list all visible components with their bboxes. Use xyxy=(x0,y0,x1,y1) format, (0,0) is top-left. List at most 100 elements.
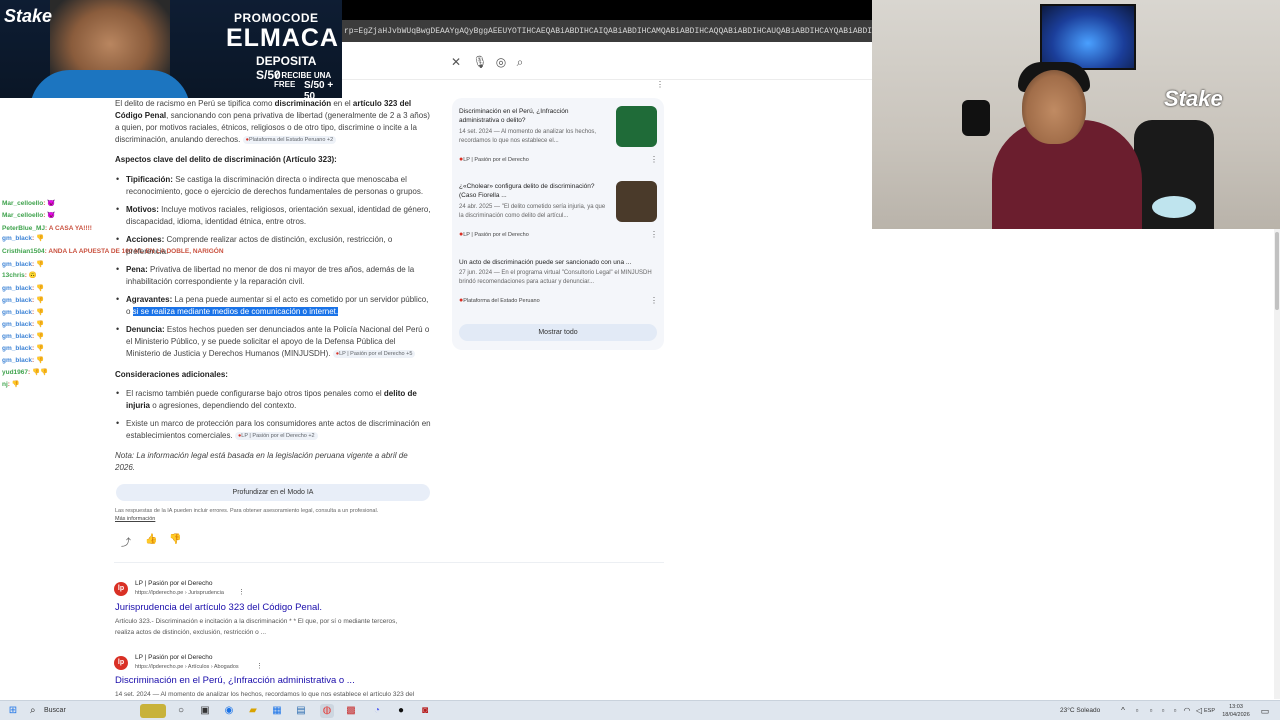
screen: { "browser": { "address_text": "rp=EgZja… xyxy=(0,0,1280,720)
bullet: • xyxy=(116,204,120,214)
weather-widget[interactable]: 23°C Soleado xyxy=(1060,701,1100,720)
desk-lamp xyxy=(1152,196,1196,218)
result-snippet: realiza actos de distinción, exclusión, … xyxy=(115,629,267,636)
result-site[interactable]: LP | Pasión por el Derecho xyxy=(135,654,212,661)
browser-top-bar xyxy=(342,0,872,20)
task-view-icon[interactable]: ○ xyxy=(174,704,188,718)
chat-text: : 👎 xyxy=(32,345,45,352)
more-options-icon[interactable]: ⋮ xyxy=(256,662,263,670)
chat-message: nj: 👎 xyxy=(2,380,20,389)
clock-date: 18/04/2026 xyxy=(1222,712,1250,718)
chat-text: : 👎 xyxy=(32,297,45,304)
edge-icon[interactable]: ◉ xyxy=(222,704,236,718)
scrollbar-thumb[interactable] xyxy=(1275,232,1279,310)
stake-logo: Stake xyxy=(1164,86,1223,111)
windows-start-icon[interactable]: ⊞ xyxy=(6,704,20,718)
widget-icon[interactable] xyxy=(140,704,166,718)
thumbs-up-icon[interactable]: 👍 xyxy=(145,534,157,545)
ai-sources-panel: Discriminación en el Perú, ¿Infracción a… xyxy=(452,98,664,350)
card-title[interactable]: Discriminación en el Perú, ¿Infracción a… xyxy=(459,107,609,125)
card-title[interactable]: Un acto de discriminación puede ser sanc… xyxy=(459,258,659,267)
chat-username: gm_black xyxy=(2,345,32,352)
more-options-icon[interactable]: ⋮ xyxy=(650,296,658,305)
ai-bullet-acciones-cont: preferencia. xyxy=(126,247,169,256)
lens-icon[interactable]: ◎ xyxy=(493,54,509,70)
menu-dots-icon[interactable]: ⋮ xyxy=(656,80,664,89)
app-icon[interactable]: ◙ xyxy=(418,704,432,718)
show-all-button[interactable]: Mostrar todo xyxy=(459,324,657,341)
more-info-link[interactable]: Más información xyxy=(115,516,155,522)
chat-message: Mar_celloello: 👿 xyxy=(2,199,55,208)
address-bar[interactable]: rp=EgZjaHJvbWUqBwgDEAAYgAQyBggAEEUYOTIHC… xyxy=(342,20,872,42)
chat-text: : 👎 xyxy=(32,261,45,268)
source-chip[interactable]: LP | Pasión por el Derecho +5 xyxy=(332,349,416,358)
more-options-icon[interactable]: ⋮ xyxy=(650,155,658,164)
store-icon[interactable]: ▦ xyxy=(270,704,284,718)
promo-line-5: S/50 + 50 xyxy=(304,80,334,98)
chat-text: : 👎 xyxy=(32,357,45,364)
ai-bullet-motivos-cont: discapacidad, idioma, identidad étnica, … xyxy=(126,217,307,226)
site-favicon: lp xyxy=(114,582,128,596)
result-site[interactable]: LP | Pasión por el Derecho xyxy=(135,580,212,587)
tray-chevron-icon[interactable]: ^ xyxy=(1116,704,1130,718)
chat-text: : 👿 xyxy=(43,200,56,207)
chat-message: gm_black: 👎 xyxy=(2,296,44,305)
ai-bullet-pena: Pena: Privativa de libertad no menor de … xyxy=(126,265,415,274)
chat-username: yud1967 xyxy=(2,369,29,376)
more-options-icon[interactable]: ⋮ xyxy=(238,588,245,596)
chat-text: : 👎 xyxy=(32,309,45,316)
card-title[interactable]: ¿«Cholear» configura delito de discrimin… xyxy=(459,182,609,200)
chat-username: Cristhian1504 xyxy=(2,248,45,255)
multitask-icon[interactable]: ▣ xyxy=(198,704,212,718)
search-icon[interactable]: ⌕ xyxy=(512,54,528,70)
bullet: • xyxy=(116,234,120,244)
ai-note: Nota: La información legal está basada e… xyxy=(115,451,408,460)
chat-username: gm_black xyxy=(2,297,32,304)
bullet: • xyxy=(116,388,120,398)
taskbar-search[interactable]: Buscar xyxy=(26,703,126,719)
result-url[interactable]: https://lpderecho.pe › Jurisprudencia xyxy=(135,590,224,596)
chat-text: : 🙃 xyxy=(24,272,37,279)
ai-intro-line-3: a quien, por motivos raciales, étnicos, … xyxy=(115,123,417,132)
thumbs-down-icon[interactable]: 👎 xyxy=(169,534,181,545)
source-chip[interactable]: Plataforma del Estado Peruano +2 xyxy=(242,135,337,144)
tray-icon[interactable]: ▫ xyxy=(1130,704,1144,718)
app-icon[interactable]: ▩ xyxy=(344,704,358,718)
section-divider xyxy=(114,562,664,563)
chat-message: gm_black: 👎 xyxy=(2,344,44,353)
bullet: • xyxy=(116,174,120,184)
clock[interactable]: 13:03 18/04/2026 xyxy=(1222,703,1250,719)
photos-icon[interactable]: ▤ xyxy=(294,704,308,718)
ai-bullet-denuncia-cont: el Ministerio Público, y se puede solici… xyxy=(126,337,396,346)
mic-icon[interactable]: 🎙 xyxy=(472,54,488,70)
chat-username: Mar_celloello xyxy=(2,200,44,207)
more-options-icon[interactable]: ⋮ xyxy=(650,230,658,239)
card-snippet: 24 abr. 2025 — "El delito cometido sería… xyxy=(459,204,606,219)
deep-dive-ai-mode-button[interactable]: Profundizar en el Modo IA xyxy=(116,484,430,501)
search-input[interactable]: ✕ 🎙 ◎ ⌕ xyxy=(342,49,538,75)
close-icon[interactable]: ✕ xyxy=(448,54,464,70)
chat-username: PeterBlue_MJ xyxy=(2,225,45,232)
clock-time: 13:03 xyxy=(1229,704,1243,710)
chat-text: : 👎 xyxy=(32,321,45,328)
share-icon[interactable]: ⤴ xyxy=(121,534,131,549)
result-title[interactable]: Discriminación en el Perú, ¿Infracción a… xyxy=(115,675,355,686)
chat-text: : 👿 xyxy=(43,212,56,219)
card-thumbnail xyxy=(616,181,657,222)
source-chip[interactable]: LP | Pasión por el Derecho +2 xyxy=(234,431,318,440)
chat-message: gm_black: 👎 xyxy=(2,320,44,329)
card-source: LP | Pasión por el Derecho xyxy=(459,156,529,163)
chat-message: gm_black: 👎 xyxy=(2,332,44,341)
chrome-icon[interactable]: ◍ xyxy=(320,704,334,718)
result-url[interactable]: https://lpderecho.pe › Artículos › Aboga… xyxy=(135,664,239,670)
chat-username: gm_black xyxy=(2,357,32,364)
language-indicator[interactable]: ESP xyxy=(1204,701,1215,720)
result-title[interactable]: Jurisprudencia del artículo 323 del Códi… xyxy=(115,602,322,613)
promo-line-1: PROMOCODE xyxy=(234,11,319,25)
selected-text[interactable]: si se realiza mediante medios de comunic… xyxy=(132,307,339,316)
obs-icon[interactable]: ● xyxy=(394,704,408,718)
folder-icon[interactable]: ▰ xyxy=(246,704,260,718)
notification-icon[interactable]: ▭ xyxy=(1258,704,1272,718)
discord-icon[interactable]: ◔ xyxy=(370,704,384,718)
ai-bullet-tipificacion-cont: reconocimiento, goce o ejercicio de dere… xyxy=(126,187,424,196)
